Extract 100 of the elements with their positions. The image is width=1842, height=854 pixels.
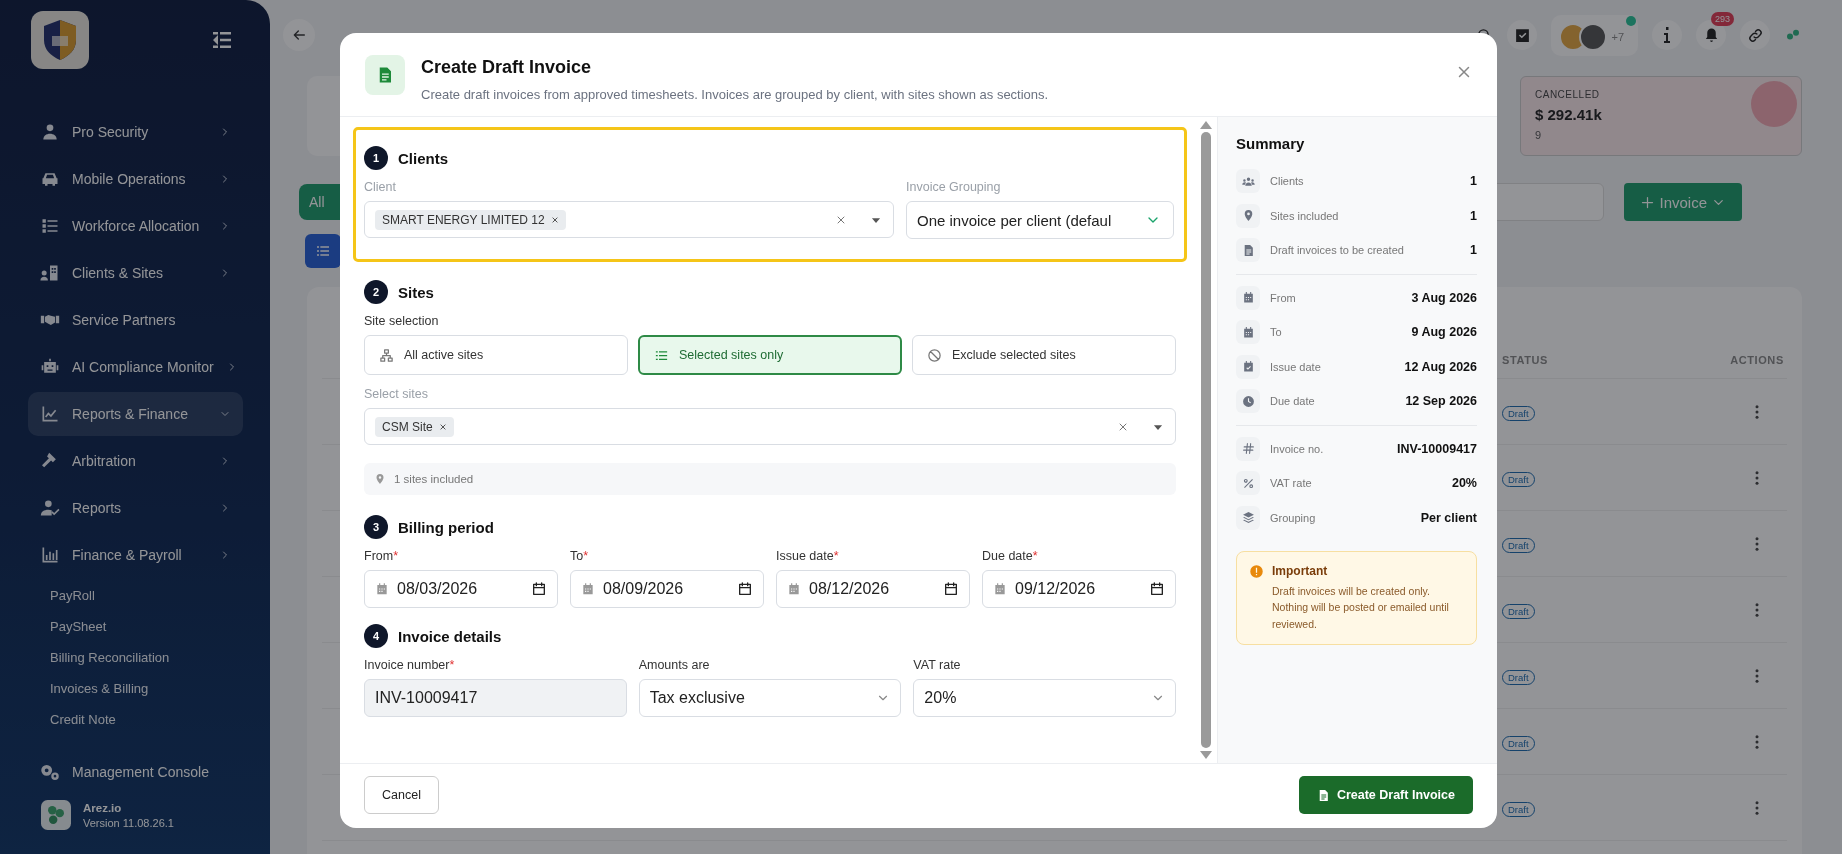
summary-label: Invoice no. xyxy=(1270,442,1325,455)
summary-label: Issue date xyxy=(1270,360,1322,373)
line-chart-icon xyxy=(40,404,60,424)
list-view-button[interactable] xyxy=(305,234,341,268)
cancel-button[interactable]: Cancel xyxy=(364,776,439,814)
nav-item[interactable]: Pro Security xyxy=(28,110,243,154)
summary-label: Clients xyxy=(1270,175,1305,188)
nav-item[interactable]: Clients & Sites xyxy=(28,251,243,295)
link-button[interactable] xyxy=(1740,20,1770,50)
nav-item[interactable]: Mobile Operations xyxy=(28,157,243,201)
nav-item[interactable]: Arbitration xyxy=(28,439,243,483)
sitemap-icon xyxy=(379,347,394,363)
date-field[interactable]: 09/12/2026 xyxy=(982,570,1176,608)
summary-title: Summary xyxy=(1236,135,1306,152)
nav-subitem[interactable]: Invoices & Billing xyxy=(28,673,243,704)
summary-value: 12 Sep 2026 xyxy=(1405,394,1477,409)
summary-label: VAT rate xyxy=(1270,477,1313,490)
client-select[interactable]: SMART ENERGY LIMITED 12 xyxy=(364,201,894,238)
card-decoration xyxy=(1751,81,1797,127)
checklist-icon xyxy=(40,216,60,236)
calendar-outline-icon[interactable] xyxy=(1149,581,1165,597)
summary-value: INV-10009417 xyxy=(1397,441,1477,456)
field-label: Amounts are xyxy=(638,658,711,672)
site-option-button[interactable]: Selected sites only xyxy=(638,335,902,375)
notification-badge: 293 xyxy=(1710,12,1734,26)
stat-count: 9 xyxy=(1535,129,1542,143)
field-label: Due date* xyxy=(982,549,1039,563)
app-name: Arez.io xyxy=(83,801,123,814)
select-field[interactable]: 20% xyxy=(913,679,1176,717)
info-icon xyxy=(1664,27,1670,43)
plus-icon xyxy=(1640,194,1656,210)
percent-icon xyxy=(1241,476,1255,490)
field-label: Select sites xyxy=(364,387,429,401)
summary-value: 20% xyxy=(1451,476,1477,491)
remove-icon[interactable] xyxy=(437,421,448,432)
nav-subitem[interactable]: PayRoll xyxy=(28,580,243,611)
person-building-icon xyxy=(40,263,60,283)
summary-value: 12 Aug 2026 xyxy=(1404,359,1477,374)
step-number: 1 xyxy=(364,146,388,170)
summary-label: To xyxy=(1270,326,1283,339)
scroll-down-icon[interactable] xyxy=(1200,751,1212,759)
notice-text: Draft invoices will be created only. Nothing will be posted or emailed until reviewed. xyxy=(1272,584,1450,632)
calendar-icon xyxy=(375,582,389,596)
shield-logo[interactable] xyxy=(30,10,90,70)
scroll-up-icon[interactable] xyxy=(1200,121,1212,129)
date-field[interactable]: 08/09/2026 xyxy=(570,570,764,608)
online-dot xyxy=(1626,15,1636,26)
summary-value: 9 Aug 2026 xyxy=(1411,325,1477,340)
site-chip: CSM Site xyxy=(375,416,454,437)
column-header: ACTIONS xyxy=(1729,354,1785,366)
back-arrow-icon xyxy=(291,27,307,43)
date-field[interactable]: 08/12/2026 xyxy=(776,570,970,608)
site-option-button[interactable]: Exclude selected sites xyxy=(912,335,1176,375)
tasks-button[interactable] xyxy=(1507,20,1538,50)
field-label: VAT rate xyxy=(913,658,962,672)
grouping-select[interactable]: One invoice per client (defaul xyxy=(906,201,1174,239)
calendar-outline-icon[interactable] xyxy=(943,581,959,597)
summary-value: 3 Aug 2026 xyxy=(1411,290,1477,305)
calendar-outline-icon[interactable] xyxy=(737,581,753,597)
column-header: STATUS xyxy=(1502,354,1549,366)
stat-label: CANCELLED xyxy=(1535,89,1600,101)
date-field[interactable]: 08/03/2026 xyxy=(364,570,558,608)
notifications-button[interactable] xyxy=(1696,20,1726,50)
nav-item[interactable]: AI Compliance Monitor xyxy=(28,345,243,389)
alert-icon xyxy=(1249,564,1264,579)
section-title: Clients xyxy=(398,149,448,167)
create-draft-invoice-button[interactable]: Create Draft Invoice xyxy=(1298,776,1473,814)
back-button[interactable] xyxy=(283,19,315,51)
calendar-icon xyxy=(993,582,1007,596)
nav-item[interactable]: Reports xyxy=(28,486,243,530)
text-field[interactable]: INV-10009417 xyxy=(364,679,627,717)
section-title: Sites xyxy=(398,283,434,301)
map-pin-icon xyxy=(374,473,386,485)
site-option-button[interactable]: All active sites xyxy=(364,335,628,375)
section-title: Invoice details xyxy=(398,627,502,645)
calendar-outline-icon[interactable] xyxy=(531,581,547,597)
summary-label: From xyxy=(1270,291,1297,304)
stat-amount: $ 292.41k xyxy=(1535,106,1602,124)
notice-title: Important xyxy=(1272,564,1329,578)
summary-label: Grouping xyxy=(1270,511,1317,524)
field-label: From* xyxy=(364,549,400,563)
hash-icon xyxy=(1241,442,1255,456)
site-select[interactable]: CSM Site xyxy=(364,408,1176,445)
ban-icon xyxy=(927,347,942,363)
summary-value: 1 xyxy=(1470,208,1477,223)
nav-item[interactable]: Workforce Allocation xyxy=(28,204,243,248)
nav-subitem[interactable]: Billing Reconciliation xyxy=(28,642,243,673)
info-button[interactable] xyxy=(1652,20,1682,50)
remove-icon[interactable] xyxy=(549,214,560,225)
nav-subitem[interactable]: PaySheet xyxy=(28,611,243,642)
nav-subitem[interactable]: Credit Note xyxy=(28,704,243,735)
clock-icon xyxy=(1241,394,1255,408)
select-field[interactable]: Tax exclusive xyxy=(638,679,902,717)
nav-item[interactable]: Finance & Payroll xyxy=(28,533,243,577)
nav-item[interactable]: Management Console xyxy=(28,750,243,794)
gears-icon xyxy=(40,762,60,782)
layers-icon xyxy=(1241,511,1255,525)
nav-item[interactable]: Service Partners xyxy=(28,298,243,342)
field-label: Issue date* xyxy=(776,549,840,563)
info-text: 1 sites included xyxy=(394,473,474,485)
